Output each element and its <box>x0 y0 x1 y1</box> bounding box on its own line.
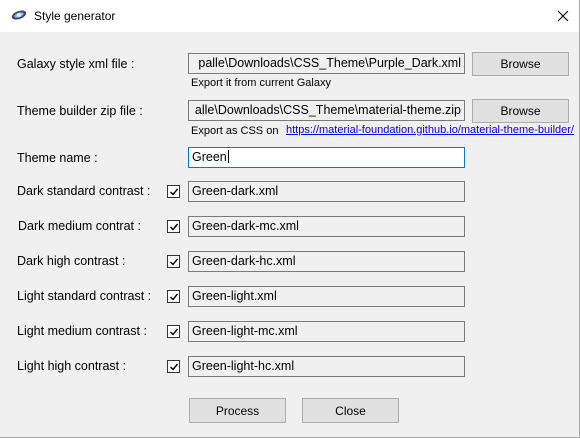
contrast-checkbox[interactable] <box>167 255 180 268</box>
app-icon <box>11 10 27 20</box>
contrast-filename-field[interactable]: Green-dark-mc.xml <box>188 216 465 237</box>
contrast-label: Light high contrast : <box>17 359 127 373</box>
contrast-checkbox[interactable] <box>167 325 180 338</box>
text-caret <box>227 150 229 163</box>
close-window-button[interactable] <box>547 0 579 32</box>
contrast-filename-field[interactable]: Green-light.xml <box>188 286 465 307</box>
contrast-label: Light medium contrast : <box>17 324 147 338</box>
process-button[interactable]: Process <box>189 398 286 423</box>
close-button[interactable]: Close <box>302 398 399 423</box>
checkmark-icon <box>170 328 179 336</box>
contrast-filename-field[interactable]: Green-light-hc.xml <box>188 356 465 377</box>
checkmark-icon <box>170 363 179 371</box>
window-title: Style generator <box>34 9 116 23</box>
galaxy-file-label: Galaxy style xml file : <box>17 57 135 71</box>
contrast-label: Dark high contrast : <box>17 254 126 268</box>
galaxy-browse-button[interactable]: Browse <box>472 52 569 76</box>
theme-name-label: Theme name : <box>17 151 98 165</box>
theme-builder-hint: Export as CSS on <box>191 125 279 137</box>
material-theme-builder-link[interactable]: https://material-foundation.github.io/ma… <box>286 124 574 136</box>
contrast-filename-field[interactable]: Green-dark-hc.xml <box>188 251 465 272</box>
checkmark-icon <box>170 223 179 231</box>
theme-name-input[interactable]: Green <box>188 147 465 168</box>
style-generator-window: Style generator Galaxy style xml file : … <box>0 0 580 438</box>
theme-name-value: Green <box>192 150 227 164</box>
contrast-filename-field[interactable]: Green-dark.xml <box>188 181 465 202</box>
galaxy-file-field[interactable]: palle\Downloads\CSS_Theme\Purple_Dark.xm… <box>188 53 465 74</box>
contrast-label: Light standard contrast : <box>17 289 152 303</box>
contrast-checkbox[interactable] <box>167 220 180 233</box>
galaxy-hint: Export it from current Galaxy <box>191 77 331 89</box>
theme-builder-field[interactable]: alle\Downloads\CSS_Theme\material-theme.… <box>188 100 465 121</box>
theme-builder-label: Theme builder zip file : <box>17 104 143 118</box>
checkmark-icon <box>170 258 179 266</box>
theme-builder-browse-button[interactable]: Browse <box>472 99 569 123</box>
contrast-checkbox[interactable] <box>167 290 180 303</box>
contrast-label: Dark standard contrast : <box>17 184 151 198</box>
checkmark-icon <box>170 293 179 301</box>
contrast-label: Dark medium contrat : <box>18 219 141 233</box>
contrast-filename-field[interactable]: Green-light-mc.xml <box>188 321 465 342</box>
close-icon <box>557 10 569 22</box>
title-bar[interactable]: Style generator <box>0 0 579 32</box>
checkmark-icon <box>170 188 179 196</box>
contrast-checkbox[interactable] <box>167 185 180 198</box>
contrast-checkbox[interactable] <box>167 360 180 373</box>
